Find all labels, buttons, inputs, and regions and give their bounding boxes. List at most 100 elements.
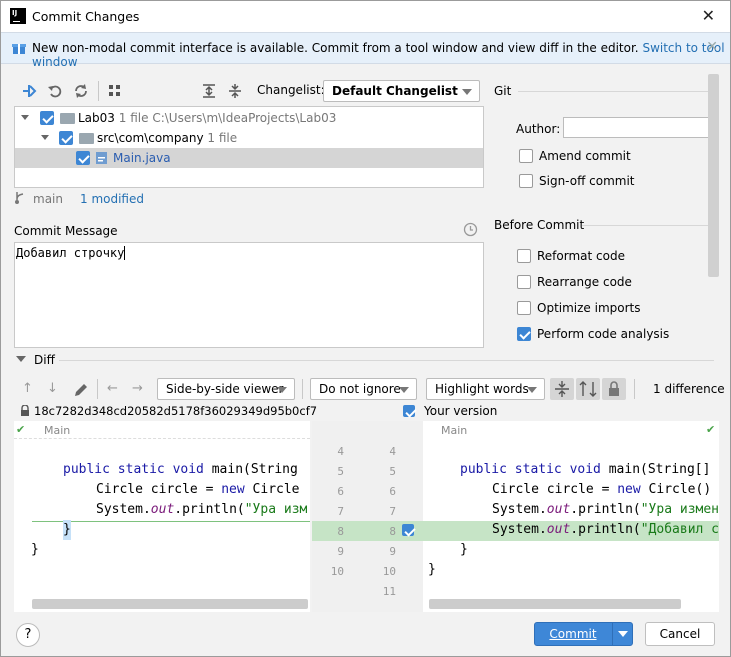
chevron-down-icon [462,89,472,95]
include-change-checkbox[interactable] [402,524,414,536]
author-input[interactable] [563,117,714,138]
folder-icon [79,133,94,144]
amend-commit-checkbox[interactable] [519,149,533,163]
expand-all-icon[interactable] [201,83,217,99]
code-line: Circle circle = new Circle() [492,482,712,497]
folder-icon [60,113,75,124]
toolbar-separator [97,379,98,399]
optimize-imports-checkbox[interactable] [517,301,531,315]
show-diff-icon[interactable] [21,83,37,99]
signoff-commit-checkbox[interactable] [519,174,533,188]
commit-button[interactable]: Commit [534,622,633,646]
expand-arrow-icon[interactable] [21,115,29,120]
edit-source-icon[interactable] [73,382,89,398]
git-section-title: Git [494,84,512,98]
prev-diff-icon[interactable]: ↑ [22,381,33,396]
left-editor-tab[interactable]: Main [44,424,70,438]
right-hscrollbar[interactable] [429,599,681,609]
changes-tree: Lab03 1 file C:\Users\m\IdeaProjects\Lab… [14,106,484,188]
difference-count: 1 difference [653,382,725,396]
right-editor[interactable]: public static void main(String[] Circle … [423,421,719,612]
rollback-icon[interactable] [47,83,63,99]
changelist-label: Changelist: [257,83,325,97]
tree-row-package[interactable]: src\com\company 1 file [15,128,483,148]
intellij-logo-icon: IJ [10,8,26,24]
reformat-code-checkbox[interactable] [517,249,531,263]
modified-count-link[interactable]: 1 modified [80,192,144,206]
sync-scroll-icon[interactable] [576,378,600,400]
code-line: System.out.println("Ура измен [492,502,719,517]
commit-options-arrow-icon[interactable] [618,631,628,637]
refresh-icon[interactable] [73,83,89,99]
rearrange-code-checkbox[interactable] [517,275,531,289]
close-window-button[interactable]: ✕ [702,6,715,25]
banner-close-icon[interactable]: ✕ [706,39,718,55]
back-icon[interactable]: ← [107,381,118,396]
revision-hash: 18c7282d348cd20582d5178f36029349d95b0cf7 [34,404,318,418]
title-bar: IJ Commit Changes ✕ [1,1,730,32]
right-editor-tab[interactable]: Main [441,424,467,438]
perform-code-analysis-checkbox[interactable] [517,327,531,341]
code-line: } [460,542,468,557]
branch-name: main [33,192,63,206]
before-commit-title: Before Commit [494,218,585,232]
collapse-arrow-icon[interactable] [16,356,26,362]
diff-gutter: 4 5 6 7 8 9 10 4 5 6 7 8 9 10 11 [312,421,423,612]
viewer-select[interactable]: Side-by-side viewer [157,378,295,400]
tree-row-file[interactable]: Main.java [15,148,483,168]
commit-message-input[interactable]: Добавил строчку​ [14,242,484,348]
collapse-unchanged-icon[interactable] [550,378,574,400]
commit-message-label: Commit Message [14,224,118,238]
left-editor[interactable]: public static void main(String Circle ci… [14,421,310,612]
code-line: } [63,520,71,540]
separator [518,91,708,92]
gift-icon [12,44,26,54]
forward-icon[interactable]: → [132,381,143,396]
branch-icon [15,192,24,204]
chevron-down-icon [399,387,409,393]
lock-icon[interactable] [602,378,626,400]
separator [582,225,708,226]
next-diff-icon[interactable]: ↓ [47,381,58,396]
toolbar-separator [98,81,99,101]
left-hscrollbar[interactable] [32,599,308,609]
code-line: } [428,562,436,577]
collapse-all-icon[interactable] [227,83,243,99]
group-by-icon[interactable] [107,83,123,99]
your-version-label: Your version [424,404,498,418]
history-clock-icon[interactable] [463,222,478,237]
tree-row-project[interactable]: Lab03 1 file C:\Users\m\IdeaProjects\Lab… [15,108,483,128]
window-title: Commit Changes [32,9,140,24]
check-icon: ✔ [16,423,26,436]
code-line: System.out.println("Ура изм [96,502,308,517]
author-label: Author: [516,122,561,136]
chevron-down-icon [277,387,287,393]
file-checkbox[interactable] [76,151,90,165]
code-line: } [31,542,39,557]
code-line: public static void main(String[] [460,462,711,477]
package-checkbox[interactable] [59,131,73,145]
cancel-button[interactable]: Cancel [645,622,715,646]
ignore-whitespace-select[interactable]: Do not ignore [310,378,417,400]
separator [59,360,714,361]
text-cursor: ​ [124,246,126,260]
lock-icon [21,405,29,416]
toolbar-separator [634,379,635,399]
toolbar-separator [302,379,303,399]
commit-dialog: IJ Commit Changes ✕ New non-modal commit… [0,0,731,657]
help-button[interactable]: ? [16,623,40,647]
highlight-select[interactable]: Highlight words [426,378,545,400]
options-scrollbar[interactable] [708,74,719,277]
check-icon: ✔ [706,423,716,436]
changelist-select[interactable]: Default Changelist [323,80,480,102]
code-line: Circle circle = new Circle [96,482,300,497]
expand-arrow-icon[interactable] [41,135,49,140]
banner-message: New non-modal commit interface is availa… [32,41,725,69]
code-line-added: System.out.println("Добавил с [492,522,719,537]
chevron-down-icon [527,387,537,393]
your-version-checkbox[interactable] [403,405,415,417]
project-checkbox[interactable] [40,111,54,125]
java-file-icon [96,152,107,164]
code-line: public static void main(String [63,462,298,477]
info-banner: New non-modal commit interface is availa… [1,32,730,69]
